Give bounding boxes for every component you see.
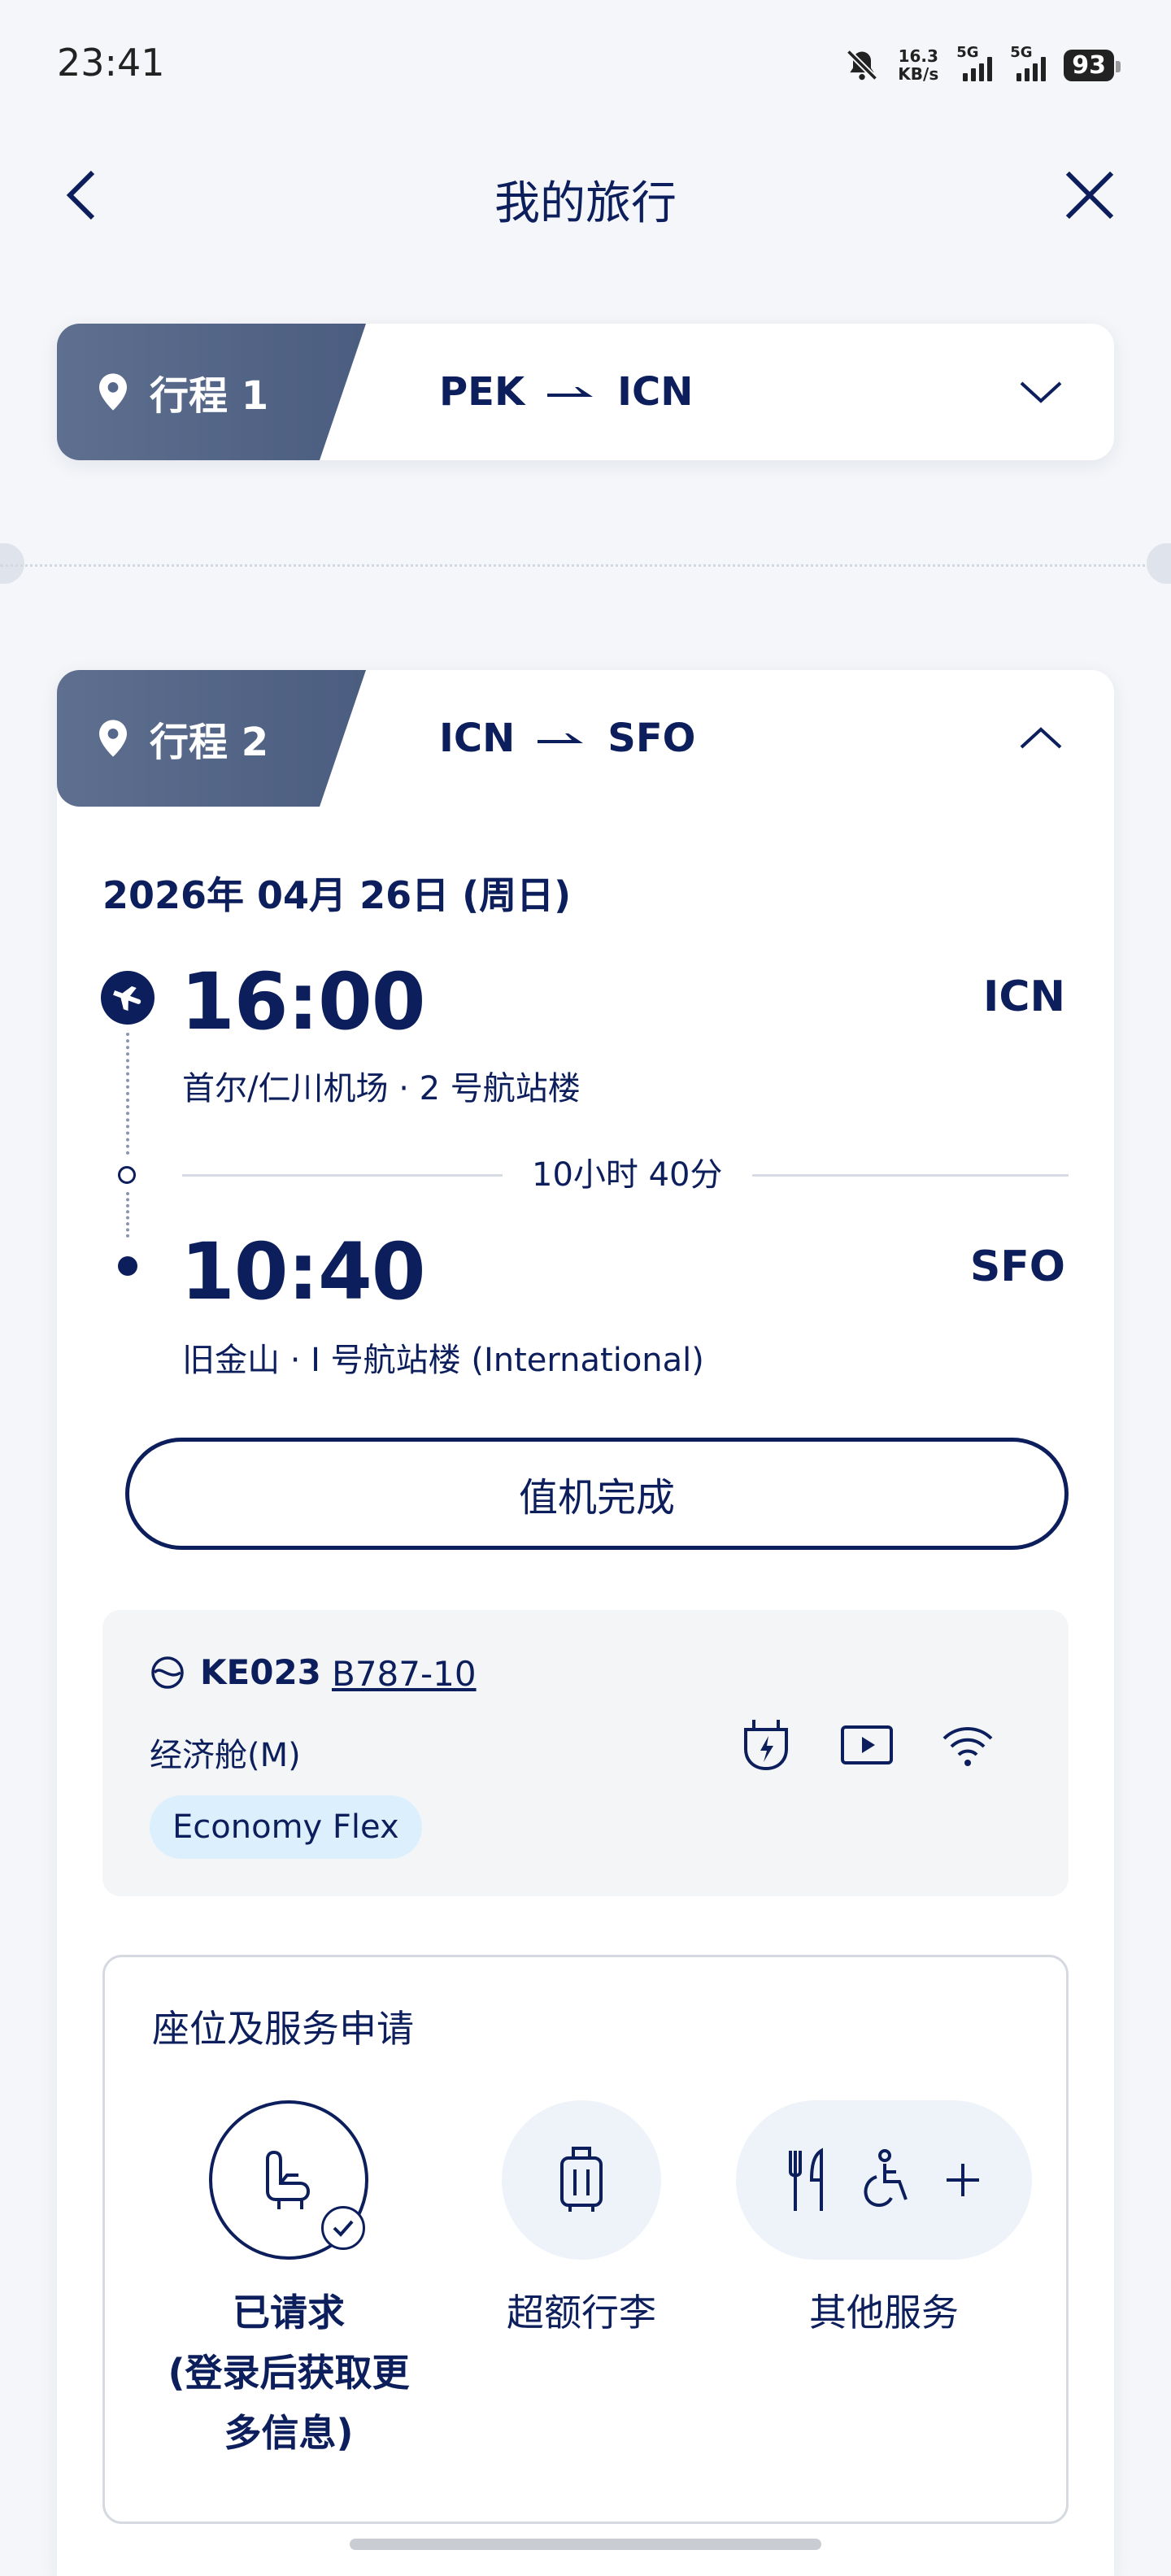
other-services-label: 其他服务 (809, 2291, 959, 2334)
status-icons: 16.3 KB/s 5G 5G 93 (844, 41, 1121, 89)
seat-request-button[interactable] (209, 2100, 368, 2260)
dotted-divider (0, 564, 1171, 567)
video-icon (838, 1716, 896, 1774)
timeline-dots-top (126, 1033, 129, 1155)
wifi-icon (938, 1716, 997, 1774)
departure-icon (101, 971, 155, 1025)
requested-check-icon (321, 2206, 365, 2250)
status-time: 23:41 (57, 41, 165, 85)
net-speed: 16.3 KB/s (898, 46, 939, 84)
fare-type-badge: Economy Flex (150, 1795, 422, 1859)
chevron-up-icon (1020, 727, 1062, 749)
close-button[interactable] (1057, 163, 1122, 228)
flight-date: 2026年 04月 26日 (周日) (102, 873, 572, 917)
flight-number: KE023 (150, 1652, 321, 1692)
origin-code: PEK (439, 369, 525, 415)
arrival-time: 10:40 (181, 1226, 426, 1317)
seat-icon (266, 2150, 311, 2209)
excess-baggage-label: 超额行李 (507, 2291, 656, 2334)
cabin-class: 经济舱(M) (150, 1737, 301, 1774)
origin-code: ICN (439, 716, 516, 761)
wheelchair-icon (864, 2149, 908, 2207)
departure-airport: 首尔/仁川机场 · 2 号航站楼 (182, 1070, 581, 1107)
signal-icon: 5G (956, 44, 993, 81)
divider-notch-left (0, 543, 24, 584)
itinerary-label: 行程 1 (150, 373, 269, 419)
services-title: 座位及服务申请 (152, 2007, 414, 2051)
arrival-airport: 旧金山 · I 号航站楼 (International) (182, 1342, 704, 1379)
meal-icon (789, 2147, 823, 2211)
destination-code: ICN (617, 369, 694, 415)
arrival-dot (118, 1256, 137, 1276)
page-title: 我的旅行 (494, 177, 677, 230)
timeline-mid-circle (118, 1166, 136, 1184)
timeline-dots-bottom (126, 1192, 129, 1238)
other-services-button[interactable] (736, 2100, 1032, 2260)
collapse-toggle-2[interactable] (1016, 714, 1065, 763)
seat-request-label: 已请求 (登录后获取更 多信息) (168, 2291, 410, 2455)
airline-logo-icon (151, 1656, 184, 1689)
battery-icon: 93 (1064, 49, 1121, 81)
checkin-complete-button[interactable]: 值机完成 (125, 1438, 1069, 1550)
bell-muted-icon (847, 49, 878, 81)
arrival-code: SFO (969, 1242, 1065, 1291)
itinerary-card-1[interactable]: 行程 1 PEK ICN (57, 324, 1114, 460)
departure-code: ICN (982, 973, 1065, 1021)
itinerary-tab-2: 行程 2 (57, 670, 366, 807)
close-icon (1065, 171, 1114, 220)
aircraft-type-link[interactable]: B787-10 (332, 1654, 477, 1694)
home-indicator (350, 2539, 821, 2550)
flight-duration: 10小时 40分 (503, 1148, 752, 1195)
power-outlet-icon (737, 1716, 795, 1774)
plus-icon (947, 2164, 979, 2196)
destination-code: SFO (607, 716, 696, 761)
plane-arrow-icon (538, 733, 584, 743)
itinerary-tab-1: 行程 1 (57, 324, 366, 460)
location-pin-icon (99, 720, 127, 757)
route-1: PEK ICN (439, 324, 693, 460)
route-2: ICN SFO (439, 670, 695, 807)
itinerary-label: 行程 2 (150, 720, 269, 765)
location-pin-icon (99, 373, 127, 411)
plane-arrow-icon (547, 387, 594, 397)
expand-toggle-1[interactable] (1016, 368, 1065, 416)
services-panel: 座位及服务申请 已请求 (登录后获取更 多信息) 超额行李 其他服务 (102, 1955, 1069, 2524)
divider-notch-right (1147, 543, 1171, 584)
luggage-icon (560, 2147, 603, 2212)
excess-baggage-button[interactable] (502, 2100, 661, 2260)
chevron-down-icon (1020, 381, 1062, 403)
signal-icon-2: 5G (1010, 44, 1047, 81)
flight-info-box: KE023 B787-10 经济舱(M) Economy Flex (102, 1610, 1069, 1896)
departure-time: 16:00 (181, 956, 426, 1047)
